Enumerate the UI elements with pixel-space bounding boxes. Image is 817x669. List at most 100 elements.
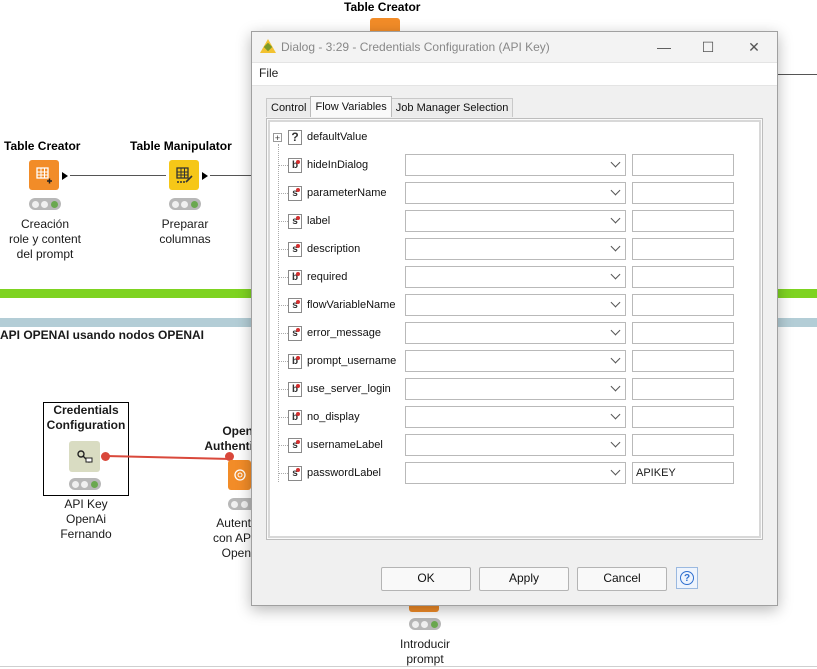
expand-icon[interactable]: + <box>273 133 282 143</box>
node-status-lights <box>228 498 251 510</box>
flow-variable-row[interactable]: s flowVariableName <box>270 292 759 320</box>
exposed-variable-name-input[interactable] <box>632 210 734 232</box>
exposed-variable-name-input[interactable] <box>632 238 734 260</box>
table-manipulator-node[interactable] <box>169 160 199 190</box>
key-lock-icon <box>76 449 92 463</box>
flow-variable-select[interactable] <box>405 462 626 484</box>
boolean-type-icon: b <box>288 382 302 397</box>
flow-variable-select[interactable] <box>405 210 626 232</box>
variable-marker <box>296 244 300 248</box>
credentials-configuration-dialog[interactable]: Dialog - 3:29 - Credentials Configuratio… <box>251 31 778 606</box>
flow-variable-select[interactable] <box>405 406 626 428</box>
flow-variable-row[interactable]: s usernameLabel <box>270 432 759 460</box>
tab-job-manager-selection[interactable]: Job Manager Selection <box>390 98 514 117</box>
ok-button[interactable]: OK <box>381 567 471 591</box>
flow-variable-select[interactable] <box>405 238 626 260</box>
flow-variable-row[interactable]: s error_message <box>270 320 759 348</box>
tree-connector <box>278 389 288 390</box>
menu-file[interactable]: File <box>259 66 278 80</box>
connection-line <box>776 74 817 75</box>
flow-variable-name: flowVariableName <box>307 299 396 311</box>
close-button[interactable]: ✕ <box>734 35 774 59</box>
chevron-down-icon <box>610 157 621 168</box>
flow-variable-row[interactable]: b prompt_username <box>270 348 759 376</box>
chevron-down-icon <box>610 465 621 476</box>
flow-variable-name: label <box>307 215 331 227</box>
flow-variable-select[interactable] <box>405 154 626 176</box>
node-title-table-creator: Table Creator <box>4 139 81 153</box>
exposed-variable-name-input[interactable] <box>632 294 734 316</box>
chevron-down-icon <box>610 353 621 364</box>
exposed-variable-name-input[interactable]: APIKEY <box>632 462 734 484</box>
variable-marker <box>296 272 300 276</box>
tab-control[interactable]: Control <box>266 98 312 117</box>
table-creator-node[interactable] <box>29 160 59 190</box>
tree-connector <box>278 333 288 334</box>
flow-variable-row[interactable]: b required <box>270 264 759 292</box>
output-port[interactable] <box>62 172 68 180</box>
tree-connector <box>278 361 288 362</box>
tree-connector <box>278 221 288 222</box>
flow-variable-row[interactable]: s parameterName <box>270 180 759 208</box>
exposed-variable-name-input[interactable] <box>632 266 734 288</box>
flow-variable-row[interactable]: b use_server_login <box>270 376 759 404</box>
annotation-section-title: API OPENAI usando nodos OPENAI <box>0 328 205 342</box>
chevron-down-icon <box>610 297 621 308</box>
maximize-icon: ☐ <box>701 38 715 55</box>
tree-connector <box>278 165 288 166</box>
tree-connector <box>278 305 288 306</box>
apply-button[interactable]: Apply <box>479 567 569 591</box>
node-title-openai-authenticator: Open Authenti <box>204 424 253 453</box>
node-label-table-creator: Creación role y content del prompt <box>8 217 82 261</box>
flow-variable-row[interactable]: b hideInDialog <box>270 152 759 180</box>
flow-variable-select[interactable] <box>405 182 626 204</box>
minimize-button[interactable]: — <box>644 35 684 59</box>
exposed-variable-name-input[interactable] <box>632 350 734 372</box>
variable-marker <box>296 188 300 192</box>
flow-variable-select[interactable] <box>405 322 626 344</box>
openai-authenticator-node[interactable] <box>228 460 251 490</box>
flow-variable-row[interactable]: +? defaultValue <box>270 124 759 152</box>
openai-icon <box>233 469 246 481</box>
tree-connector <box>278 445 288 446</box>
help-button[interactable]: ? <box>676 567 698 589</box>
variable-marker <box>296 160 300 164</box>
cancel-button[interactable]: Cancel <box>577 567 667 591</box>
exposed-variable-name-input[interactable] <box>632 406 734 428</box>
exposed-variable-name-input[interactable] <box>632 434 734 456</box>
flow-variable-row[interactable]: s label <box>270 208 759 236</box>
exposed-variable-name-input[interactable] <box>632 378 734 400</box>
dialog-title: Dialog - 3:29 - Credentials Configuratio… <box>281 40 550 54</box>
variable-marker <box>296 300 300 304</box>
exposed-variable-name-input[interactable] <box>632 154 734 176</box>
table-creator-node-icon-top[interactable] <box>370 18 400 32</box>
chevron-down-icon <box>610 185 621 196</box>
maximize-button[interactable]: ☐ <box>688 35 728 59</box>
flow-variable-name: no_display <box>307 411 360 423</box>
flow-variable-row[interactable]: b no_display <box>270 404 759 432</box>
flow-variable-select[interactable] <box>405 266 626 288</box>
tree-connector <box>278 277 288 278</box>
boolean-type-icon: b <box>288 354 302 369</box>
unknown-type-icon: ? <box>288 130 302 145</box>
help-icon: ? <box>680 571 694 585</box>
flow-variable-select[interactable] <box>405 434 626 456</box>
exposed-variable-name-input[interactable] <box>632 322 734 344</box>
node-status-lights <box>409 618 441 630</box>
variable-marker <box>296 216 300 220</box>
credentials-node[interactable] <box>69 441 100 472</box>
flow-variable-select[interactable] <box>405 378 626 400</box>
chevron-down-icon <box>610 269 621 280</box>
flow-variables-tree[interactable]: +? defaultValue b hideInDialog s parameterNam… <box>268 120 761 538</box>
tab-flow-variables[interactable]: Flow Variables <box>310 96 392 117</box>
boolean-type-icon: b <box>288 410 302 425</box>
flow-variable-row[interactable]: s passwordLabel APIKEY <box>270 460 759 488</box>
exposed-variable-name-input[interactable] <box>632 182 734 204</box>
flow-variable-select[interactable] <box>405 350 626 372</box>
dialog-titlebar[interactable]: Dialog - 3:29 - Credentials Configuratio… <box>252 32 777 62</box>
output-port[interactable] <box>202 172 208 180</box>
tree-connector <box>278 473 288 474</box>
flow-variable-row[interactable]: s description <box>270 236 759 264</box>
flow-variable-select[interactable] <box>405 294 626 316</box>
flow-variables-panel: +? defaultValue b hideInDialog s parameterNam… <box>266 118 763 540</box>
